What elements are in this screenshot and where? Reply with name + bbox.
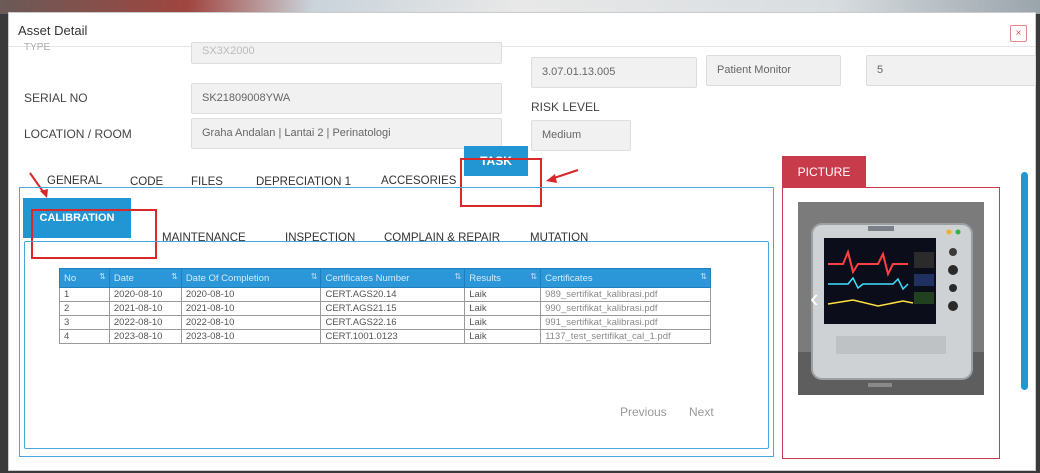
cell-date-completion: 2020-08-10 xyxy=(180,287,322,302)
next-button[interactable]: Next xyxy=(689,405,714,419)
cell-result: Laik xyxy=(464,301,542,316)
table-row: 2 2021-08-10 2021-08-10 CERT.AGS21.15 La… xyxy=(59,301,711,316)
certificate-link[interactable]: 989_sertifikat_kalibrasi.pdf xyxy=(540,287,711,302)
subtab-calibration[interactable]: CALIBRATION xyxy=(23,198,131,238)
location-field[interactable]: Graha Andalan | Lantai 2 | Perinatologi xyxy=(191,118,502,149)
cell-certificate-number: CERT.1001.0123 xyxy=(320,329,466,344)
code-field[interactable]: 3.07.01.13.005 xyxy=(531,57,697,88)
col-date-completion[interactable]: Date Of Completion ⇅ xyxy=(180,268,322,288)
sort-icon: ⇅ xyxy=(700,272,707,281)
cell-result: Laik xyxy=(464,287,542,302)
calibration-table: No ⇅ Date ⇅ Date Of Completion ⇅ Certificat… xyxy=(59,268,711,344)
cell-certificate-number: CERT.AGS20.14 xyxy=(320,287,466,302)
cell-date: 2021-08-10 xyxy=(108,301,182,316)
cell-date: 2022-08-10 xyxy=(108,315,182,330)
modal-title: Asset Detail xyxy=(18,23,88,38)
cell-date-completion: 2023-08-10 xyxy=(180,329,322,344)
sort-icon: ⇅ xyxy=(530,272,538,281)
sort-icon: ⇅ xyxy=(310,272,318,281)
col-certificates[interactable]: Certificates ⇅ xyxy=(540,268,711,288)
cell-date-completion: 2021-08-10 xyxy=(180,301,322,316)
col-results-label: Results xyxy=(469,272,501,284)
cell-result: Laik xyxy=(464,329,542,344)
table-row: 1 2020-08-10 2020-08-10 CERT.AGS20.14 La… xyxy=(59,287,711,302)
device-photo: ‹ xyxy=(798,202,984,395)
cell-date: 2020-08-10 xyxy=(108,287,182,302)
tab-task[interactable]: TASK xyxy=(464,146,528,176)
cell-date-completion: 2022-08-10 xyxy=(180,315,322,330)
tab-general[interactable]: GENERAL xyxy=(47,175,102,187)
certificate-link[interactable]: 991_sertifikat_kalibrasi.pdf xyxy=(540,315,711,330)
picture-tab[interactable]: PICTURE xyxy=(782,156,866,188)
certificate-link[interactable]: 1137_test_sertifikat_cal_1.pdf xyxy=(540,329,711,344)
col-date-completion-label: Date Of Completion xyxy=(185,272,270,284)
location-label: LOCATION / ROOM xyxy=(24,127,132,141)
certificate-link[interactable]: 990_sertifikat_kalibrasi.pdf xyxy=(540,301,711,316)
sort-icon: ⇅ xyxy=(454,272,462,281)
cell-certificate-number: CERT.AGS21.15 xyxy=(320,301,466,316)
close-button[interactable]: × xyxy=(1010,25,1027,42)
col-certificates-label: Certificates xyxy=(545,272,593,284)
cell-no: 2 xyxy=(59,301,110,316)
serial-field[interactable]: SK21809008YWA xyxy=(191,83,502,114)
risk-level-label: RISK LEVEL xyxy=(531,100,600,114)
col-no-label: No xyxy=(64,272,77,284)
col-certificates-number-label: Certificates Number xyxy=(325,272,410,284)
cell-no: 3 xyxy=(59,315,110,330)
sort-icon: ⇅ xyxy=(99,272,106,281)
carousel-prev-icon[interactable]: ‹ xyxy=(810,285,819,311)
table-header-row: No ⇅ Date ⇅ Date Of Completion ⇅ Certificat… xyxy=(59,268,711,288)
table-row: 3 2022-08-10 2022-08-10 CERT.AGS22.16 La… xyxy=(59,315,711,330)
quantity-field[interactable]: 5 xyxy=(866,55,1036,86)
col-results[interactable]: Results ⇅ xyxy=(464,268,542,288)
col-no[interactable]: No ⇅ xyxy=(59,268,110,288)
category-field[interactable]: Patient Monitor xyxy=(706,55,841,86)
previous-button[interactable]: Previous xyxy=(620,405,667,419)
cell-no: 1 xyxy=(59,287,110,302)
cell-date: 2023-08-10 xyxy=(108,329,182,344)
cell-no: 4 xyxy=(59,329,110,344)
patient-monitor-image xyxy=(798,202,984,395)
serial-label: SERIAL NO xyxy=(24,91,88,105)
type-label: TYPE xyxy=(24,42,51,53)
risk-level-field[interactable]: Medium xyxy=(531,120,631,151)
sort-icon: ⇅ xyxy=(171,272,178,281)
col-date-label: Date xyxy=(113,272,134,284)
modal-scrollbar[interactable] xyxy=(1021,172,1028,390)
tab-accesories[interactable]: ACCESORIES xyxy=(381,175,456,187)
modal-header: Asset Detail × xyxy=(9,13,1035,47)
type-field[interactable]: SX3X2000 xyxy=(191,42,502,64)
cell-result: Laik xyxy=(464,315,542,330)
col-certificates-number[interactable]: Certificates Number ⇅ xyxy=(320,268,466,288)
table-row: 4 2023-08-10 2023-08-10 CERT.1001.0123 L… xyxy=(59,329,711,344)
col-date[interactable]: Date ⇅ xyxy=(108,268,182,288)
cell-certificate-number: CERT.AGS22.16 xyxy=(320,315,466,330)
